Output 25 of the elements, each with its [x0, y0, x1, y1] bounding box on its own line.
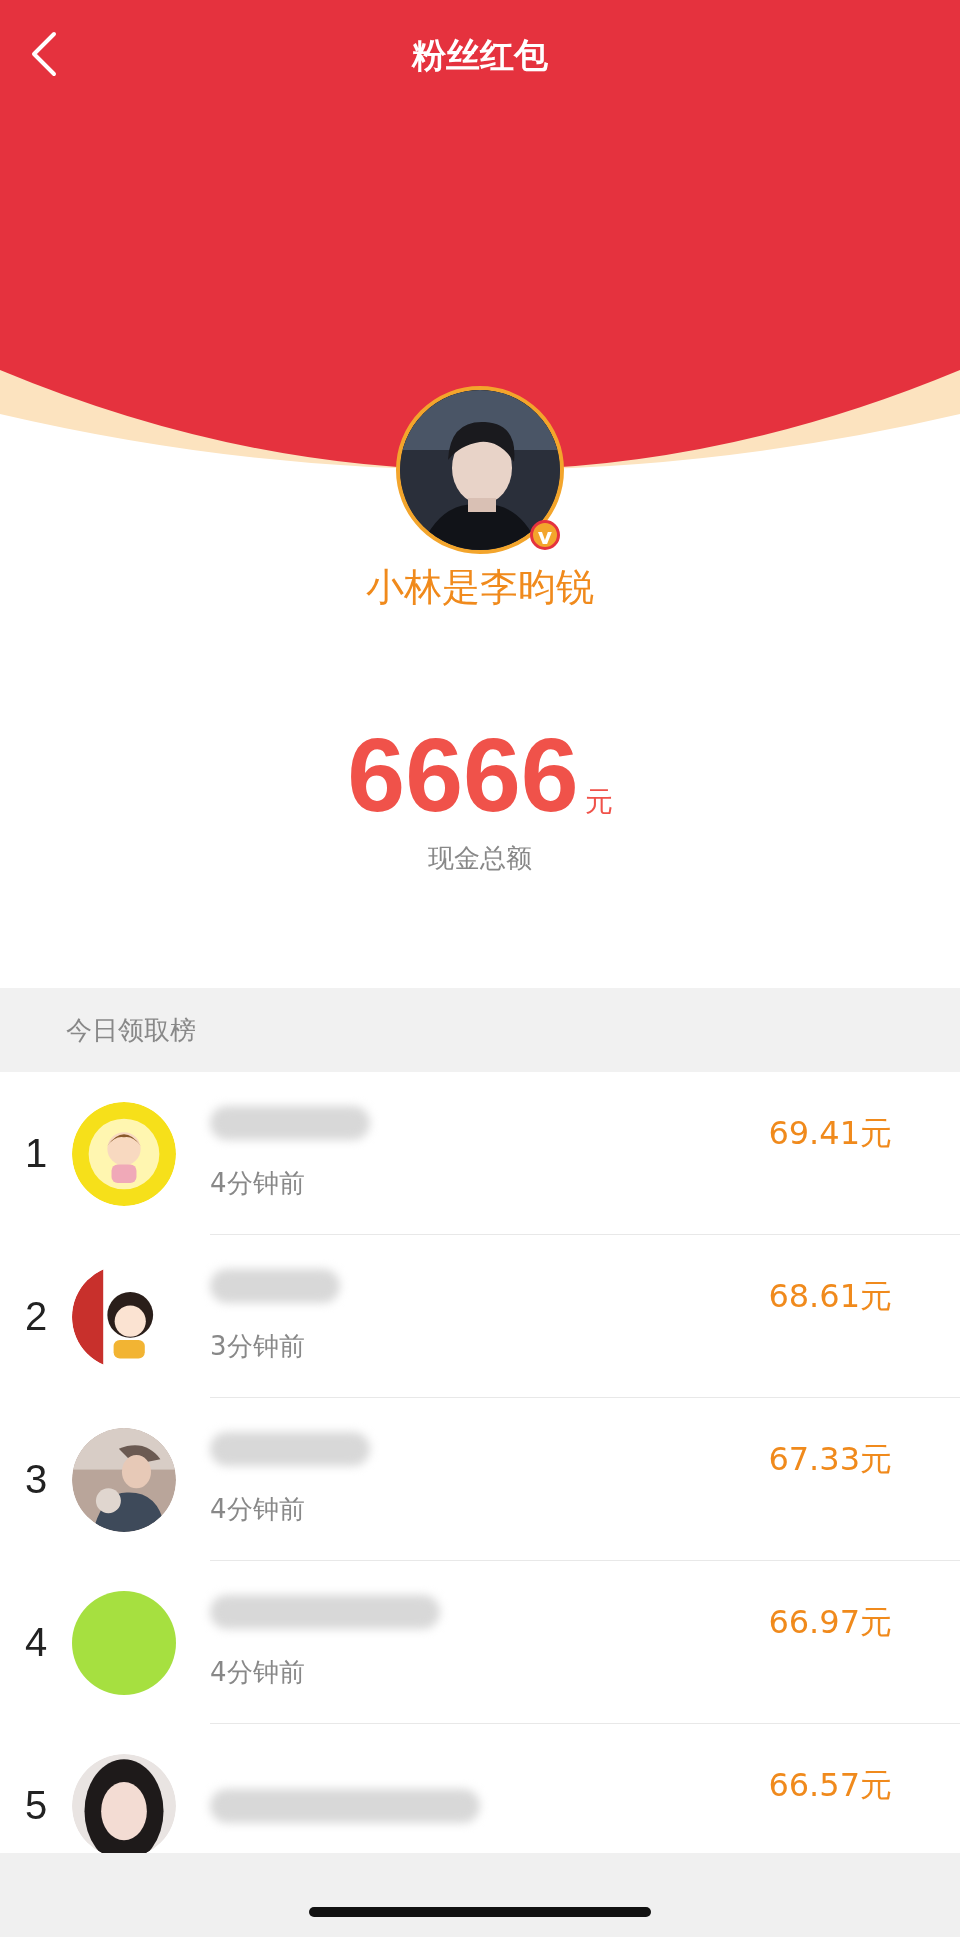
claimed-amount: 67.33元 — [768, 1439, 892, 1480]
verified-badge: v — [530, 520, 560, 550]
rank-number: 4 — [23, 1620, 49, 1665]
rank-number: 3 — [23, 1457, 49, 1502]
claimed-amount: 66.97元 — [768, 1602, 892, 1643]
claim-time: 4分钟前 — [210, 1493, 306, 1526]
ranking-row[interactable]: 3 4分钟前 67.33元 — [0, 1398, 960, 1561]
claimed-amount: 69.41元 — [768, 1113, 892, 1154]
rank-number: 2 — [23, 1294, 49, 1339]
rank-number: 1 — [23, 1131, 49, 1176]
total-amount: 6666 — [347, 723, 579, 827]
claim-time: 4分钟前 — [210, 1656, 306, 1689]
page-title: 粉丝红包 — [412, 34, 548, 77]
claimed-amount: 68.61元 — [768, 1276, 892, 1317]
creator-name: 小林是李昀锐 — [366, 564, 594, 611]
currency-unit: 元 — [584, 784, 613, 820]
section-title: 今日领取榜 — [66, 1013, 196, 1047]
ranking-row[interactable]: 2 3分钟前 68.61元 — [0, 1235, 960, 1398]
claimed-amount: 66.57元 — [768, 1765, 892, 1806]
claim-time: 3分钟前 — [210, 1330, 306, 1363]
ranking-row[interactable]: 4 4分钟前 66.97元 — [0, 1561, 960, 1724]
total-label: 现金总额 — [428, 842, 532, 875]
rank-number: 5 — [23, 1783, 49, 1828]
ranking-row[interactable]: 1 4分钟前 69.41元 — [0, 1072, 960, 1235]
claim-time: 4分钟前 — [210, 1167, 306, 1200]
